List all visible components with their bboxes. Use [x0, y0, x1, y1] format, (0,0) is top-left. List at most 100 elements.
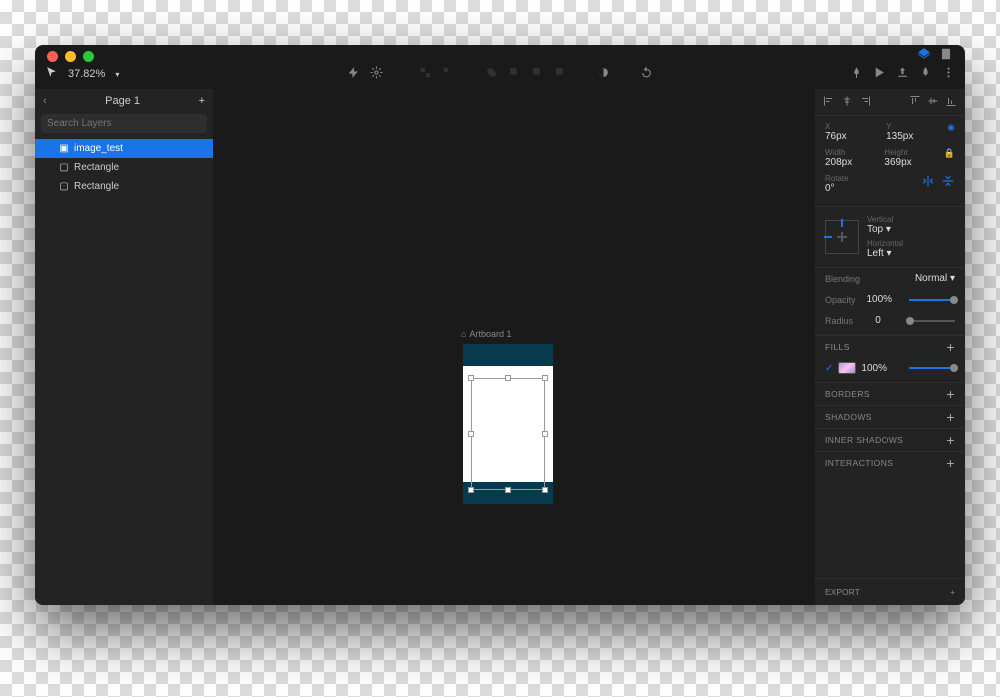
- fill-row[interactable]: ✓ 100%: [815, 358, 965, 382]
- rotate-value[interactable]: 0°: [825, 183, 907, 194]
- align-top-icon[interactable]: [909, 95, 921, 109]
- align-left-icon[interactable]: [823, 95, 835, 109]
- inner-shadows-header[interactable]: Inner Shadows+: [815, 428, 965, 451]
- search-input[interactable]: [41, 114, 207, 133]
- play-icon[interactable]: [873, 66, 886, 82]
- add-border-icon[interactable]: +: [946, 389, 955, 399]
- radius-row: Radius 0: [815, 310, 965, 335]
- resize-handle[interactable]: [542, 431, 548, 437]
- mask-icon[interactable]: [597, 66, 610, 82]
- rotate-label: Rotate: [825, 174, 907, 183]
- resize-handle[interactable]: [505, 375, 511, 381]
- borders-header[interactable]: Borders+: [815, 382, 965, 405]
- more-icon[interactable]: [942, 66, 955, 82]
- layer-image-test[interactable]: ▣ image_test: [35, 139, 213, 158]
- width-label: Width: [825, 148, 870, 157]
- layer-rectangle-2[interactable]: ▢ Rectangle: [35, 177, 213, 196]
- resize-handle[interactable]: [468, 487, 474, 493]
- blending-value[interactable]: Normal ▾: [915, 273, 955, 284]
- subtract-icon[interactable]: [508, 66, 521, 82]
- fill-swatch[interactable]: [838, 362, 856, 374]
- layers-sidebar: ‹ Page 1 + ▾ Artboard 1 ⌂ ▣ image_test ▢…: [35, 89, 213, 605]
- origin-section: VerticalTop ▾ HorizontalLeft ▾: [815, 207, 965, 268]
- align-vcenter-icon[interactable]: [927, 95, 939, 109]
- layer-rectangle-1[interactable]: ▢ Rectangle: [35, 158, 213, 177]
- artboard[interactable]: [463, 344, 553, 504]
- redo-icon[interactable]: [640, 66, 653, 82]
- layer-label: image_test: [74, 143, 123, 154]
- align-hcenter-icon[interactable]: [841, 95, 853, 109]
- align-right-icon[interactable]: [859, 95, 871, 109]
- selection-box[interactable]: [471, 378, 545, 490]
- add-page-icon[interactable]: +: [199, 95, 205, 107]
- rectangle-icon: ▢: [59, 163, 69, 173]
- add-shadow-icon[interactable]: +: [946, 412, 955, 422]
- layer-label: Rectangle: [74, 162, 119, 173]
- lock-icon[interactable]: 🔒: [944, 148, 955, 159]
- blending-row: Blending Normal ▾: [815, 268, 965, 289]
- opacity-value[interactable]: 100%: [866, 294, 892, 305]
- fill-slider[interactable]: [909, 367, 955, 369]
- titlebar: [35, 45, 965, 59]
- flip-v-icon[interactable]: [941, 174, 955, 194]
- add-fill-icon[interactable]: +: [946, 342, 955, 352]
- share-icon[interactable]: [896, 66, 909, 82]
- page-title: Page 1: [53, 95, 193, 107]
- opacity-row: Opacity 100%: [815, 289, 965, 310]
- interactions-header[interactable]: Interactions+: [815, 451, 965, 474]
- check-icon[interactable]: ✓: [825, 363, 833, 374]
- flip-h-icon[interactable]: [921, 174, 935, 194]
- fill-opacity[interactable]: 100%: [861, 363, 887, 374]
- geometry-section: X76px Y135px ◉ Width208px Height369px 🔒 …: [815, 116, 965, 207]
- resize-handle[interactable]: [468, 375, 474, 381]
- bolt-icon[interactable]: [347, 66, 360, 82]
- rectangle-icon: ▢: [59, 182, 69, 192]
- origin-h-value[interactable]: Left ▾: [867, 248, 903, 259]
- resize-handle[interactable]: [505, 487, 511, 493]
- artboard-label[interactable]: ⌂ Artboard 1: [461, 329, 511, 339]
- shadows-header[interactable]: Shadows+: [815, 405, 965, 428]
- back-icon[interactable]: ‹: [43, 95, 47, 107]
- width-value[interactable]: 208px: [825, 157, 870, 168]
- origin-v-label: Vertical: [867, 215, 903, 224]
- canvas[interactable]: ⌂ Artboard 1: [213, 89, 815, 605]
- y-label: Y: [886, 122, 933, 131]
- add-inner-shadow-icon[interactable]: +: [946, 435, 955, 445]
- y-value[interactable]: 135px: [886, 131, 933, 142]
- intersect-icon[interactable]: [531, 66, 544, 82]
- origin-v-value[interactable]: Top ▾: [867, 224, 903, 235]
- height-value[interactable]: 369px: [884, 157, 929, 168]
- resize-handle[interactable]: [468, 431, 474, 437]
- fills-header[interactable]: Fills+: [815, 335, 965, 358]
- gear-icon[interactable]: [370, 66, 383, 82]
- app-window: 37.82% ▾: [35, 45, 965, 605]
- target-icon[interactable]: ◉: [947, 122, 955, 133]
- opacity-slider[interactable]: [909, 299, 955, 301]
- origin-h-label: Horizontal: [867, 239, 903, 248]
- align-bottom-icon[interactable]: [945, 95, 957, 109]
- x-value[interactable]: 76px: [825, 131, 872, 142]
- home-icon: ⌂: [461, 329, 466, 339]
- radius-value[interactable]: 0: [875, 315, 881, 326]
- x-label: X: [825, 122, 872, 131]
- pin-icon[interactable]: [850, 66, 863, 82]
- group-icon[interactable]: [419, 66, 432, 82]
- layer-label: Rectangle: [74, 181, 119, 192]
- add-interaction-icon[interactable]: +: [946, 458, 955, 468]
- cursor-tool-icon[interactable]: [45, 66, 58, 82]
- export-header[interactable]: Export+: [815, 578, 965, 605]
- ungroup-icon[interactable]: [442, 66, 455, 82]
- difference-icon[interactable]: [554, 66, 567, 82]
- toolbar: 37.82% ▾: [35, 59, 965, 89]
- radius-slider[interactable]: [909, 320, 955, 322]
- add-export-icon[interactable]: +: [950, 587, 955, 597]
- height-label: Height: [884, 148, 929, 157]
- resize-handle[interactable]: [542, 375, 548, 381]
- origin-control[interactable]: [825, 220, 859, 254]
- rocket-icon[interactable]: [919, 66, 932, 82]
- resize-handle[interactable]: [542, 487, 548, 493]
- inspector: X76px Y135px ◉ Width208px Height369px 🔒 …: [815, 89, 965, 605]
- zoom-level[interactable]: 37.82%: [68, 68, 105, 80]
- union-icon[interactable]: [485, 66, 498, 82]
- image-icon: ▣: [59, 144, 69, 154]
